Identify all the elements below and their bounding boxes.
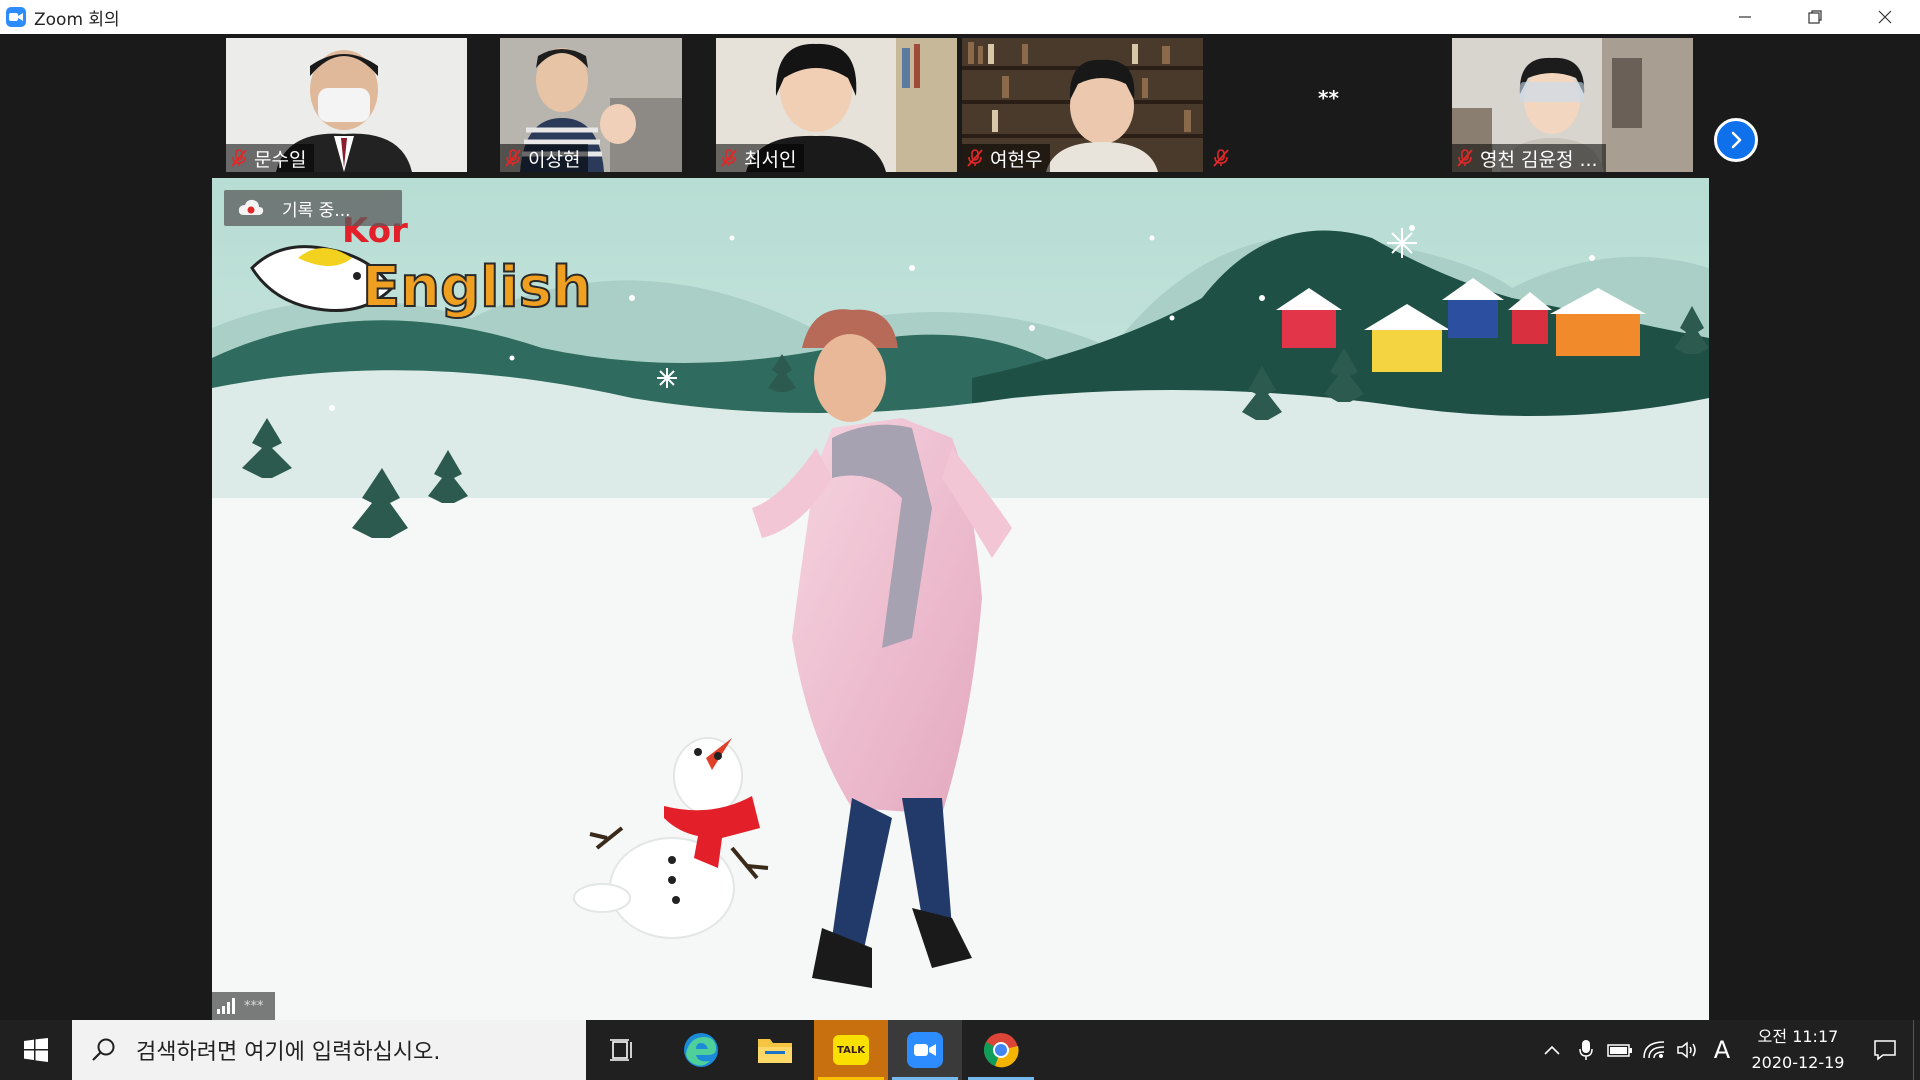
- chrome-browser-icon: [983, 1033, 1019, 1068]
- muted-mic-icon: [721, 149, 737, 167]
- notification-icon: [1874, 1040, 1896, 1061]
- zoom-icon: [907, 1032, 943, 1068]
- microphone-icon: [1579, 1040, 1593, 1060]
- battery-tray-button[interactable]: [1603, 1020, 1637, 1080]
- participant-name: 여현우: [990, 148, 1043, 171]
- action-center-button[interactable]: [1857, 1020, 1913, 1080]
- speaker-icon: [1677, 1041, 1696, 1059]
- participant-name: 문수일: [254, 148, 307, 171]
- restore-button[interactable]: [1780, 0, 1850, 34]
- task-view-button[interactable]: [586, 1020, 660, 1080]
- signal-label: ***: [244, 998, 264, 1014]
- next-page-button[interactable]: [1714, 118, 1758, 162]
- windows-taskbar: 검색하려면 여기에 입력하십시오. TALK A 오전 11:17 2020-1…: [0, 1020, 1920, 1080]
- participant-name-tag: 영천 김윤정 ...: [1452, 144, 1606, 172]
- participant-tile[interactable]: 영천 김윤정 ...: [1452, 38, 1693, 172]
- participant-tile[interactable]: **: [1208, 38, 1449, 172]
- participant-gallery-strip: 문수일 이상현 최서인 여현우 ** 영천 김윤정 ...: [0, 34, 1920, 176]
- muted-mic-icon: [967, 149, 983, 167]
- show-hidden-icons-button[interactable]: [1535, 1020, 1569, 1080]
- participant-tile[interactable]: 여현우: [962, 38, 1203, 172]
- muted-mic-icon: [231, 149, 247, 167]
- minimize-icon: [1739, 16, 1751, 18]
- muted-mic-icon: [505, 149, 521, 167]
- window-title: Zoom 회의: [34, 9, 120, 30]
- input-method-indicator[interactable]: A: [1705, 1020, 1739, 1080]
- wifi-icon: [1643, 1041, 1665, 1059]
- participant-name: 최서인: [744, 148, 797, 171]
- recording-label: 기록 중...: [282, 200, 351, 221]
- signal-strength-icon: [217, 998, 235, 1014]
- system-tray: A 오전 11:17 2020-12-19: [1535, 1020, 1920, 1080]
- participant-name-tag: 최서인: [716, 144, 805, 172]
- clock-date: 2020-12-19: [1751, 1053, 1845, 1072]
- close-button[interactable]: [1850, 0, 1920, 34]
- participant-name: 이상현: [528, 148, 581, 171]
- muted-mic-icon: [1213, 149, 1229, 167]
- active-speaker-video[interactable]: Kor English 기록 중... ***: [212, 178, 1709, 1020]
- show-desktop-button[interactable]: [1913, 1020, 1920, 1080]
- folder-icon: [758, 1039, 792, 1063]
- kakaotalk-label: TALK: [837, 1044, 865, 1056]
- microphone-tray-button[interactable]: [1569, 1020, 1603, 1080]
- network-tray-button[interactable]: [1637, 1020, 1671, 1080]
- kakaotalk-icon: TALK: [833, 1035, 869, 1065]
- chrome-taskbar-button[interactable]: [964, 1020, 1038, 1080]
- participant-tile[interactable]: 문수일: [226, 38, 467, 172]
- connection-status[interactable]: ***: [212, 992, 275, 1020]
- kakaotalk-taskbar-button[interactable]: TALK: [814, 1020, 888, 1080]
- search-icon: [92, 1038, 115, 1061]
- chevron-right-icon: [1731, 131, 1742, 149]
- logo-english-text: English: [362, 255, 592, 320]
- edge-taskbar-button[interactable]: [664, 1020, 738, 1080]
- zoom-taskbar-button[interactable]: [888, 1020, 962, 1080]
- edge-browser-icon: [684, 1033, 718, 1067]
- participant-name-tag: [1208, 144, 1244, 172]
- search-placeholder: 검색하려면 여기에 입력하십시오.: [136, 1040, 441, 1065]
- title-bar: Zoom 회의: [0, 0, 1920, 34]
- participant-name-tag: 문수일: [226, 144, 315, 172]
- recording-indicator[interactable]: 기록 중...: [224, 190, 402, 226]
- participant-tile[interactable]: 이상현: [500, 38, 682, 172]
- participant-name: 영천 김윤정 ...: [1480, 148, 1598, 171]
- file-explorer-taskbar-button[interactable]: [738, 1020, 812, 1080]
- taskbar-search-box[interactable]: 검색하려면 여기에 입력하십시오.: [72, 1020, 586, 1080]
- zoom-app-icon: [6, 7, 26, 27]
- close-icon: [1878, 10, 1892, 24]
- volume-tray-button[interactable]: [1671, 1020, 1705, 1080]
- task-view-icon: [610, 1039, 632, 1061]
- start-button[interactable]: [0, 1020, 72, 1080]
- battery-icon: [1607, 1044, 1632, 1057]
- winter-scene-background: Kor English: [212, 178, 1709, 1020]
- participant-tile[interactable]: 최서인: [716, 38, 957, 172]
- participant-name-tag: 여현우: [962, 144, 1051, 172]
- participant-placeholder-name: **: [1318, 86, 1339, 110]
- restore-icon: [1808, 10, 1822, 24]
- chevron-up-icon: [1544, 1045, 1560, 1055]
- cloud-record-icon: [238, 199, 264, 215]
- windows-logo-icon: [24, 1038, 48, 1062]
- clock-time: 오전 11:17: [1757, 1027, 1839, 1046]
- muted-mic-icon: [1457, 149, 1473, 167]
- minimize-button[interactable]: [1710, 0, 1780, 34]
- participant-name-tag: 이상현: [500, 144, 589, 172]
- taskbar-clock[interactable]: 오전 11:17 2020-12-19: [1739, 1024, 1857, 1076]
